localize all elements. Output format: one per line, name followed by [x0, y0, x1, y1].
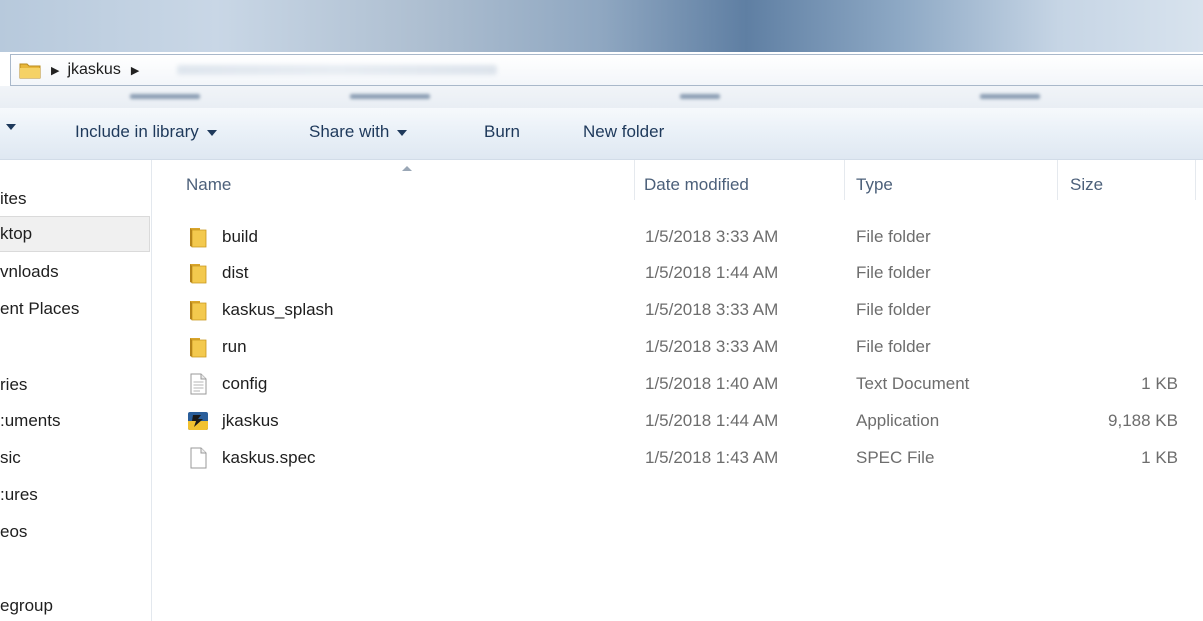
folder-icon — [190, 264, 207, 284]
column-header-name[interactable]: Name — [186, 175, 231, 195]
folder-icon — [190, 338, 207, 358]
column-header-type[interactable]: Type — [856, 175, 893, 195]
file-row-kaskus-spec[interactable]: kaskus.spec 1/5/2018 1:43 AM SPEC File 1… — [182, 441, 1203, 477]
blurred-region — [980, 94, 1040, 99]
navigation-pane: ites ktop vnloads ent Places ries :ument… — [0, 160, 152, 621]
text-document-icon — [190, 373, 207, 395]
breadcrumb-segment[interactable]: jkaskus — [67, 61, 120, 79]
breadcrumb-arrow-icon[interactable]: ▶ — [131, 64, 139, 77]
file-size: 9,188 KB — [1108, 411, 1178, 430]
blurred-region — [177, 65, 498, 75]
column-divider[interactable] — [1195, 160, 1196, 200]
column-divider[interactable] — [844, 160, 845, 200]
nav-item-recent-places[interactable]: ent Places — [0, 292, 150, 326]
file-date: 1/5/2018 1:44 AM — [645, 263, 779, 282]
share-with-label: Share with — [309, 122, 390, 141]
file-date: 1/5/2018 1:40 AM — [645, 374, 779, 393]
file-date: 1/5/2018 3:33 AM — [645, 227, 779, 246]
file-date: 1/5/2018 1:43 AM — [645, 448, 779, 467]
file-type: Text Document — [856, 374, 970, 393]
menu-strip — [0, 86, 1203, 108]
file-type: File folder — [856, 300, 931, 319]
chevron-down-icon — [206, 130, 217, 136]
organize-dropdown[interactable] — [6, 122, 16, 130]
file-date: 1/5/2018 3:33 AM — [645, 337, 779, 356]
file-icon — [190, 447, 207, 469]
file-size: 1 KB — [1141, 448, 1178, 467]
blurred-region — [350, 94, 430, 99]
nav-item-documents[interactable]: :uments — [0, 404, 150, 438]
file-name: run — [222, 337, 247, 356]
file-row-config[interactable]: config 1/5/2018 1:40 AM Text Document 1 … — [182, 367, 1203, 403]
file-row-dist[interactable]: dist 1/5/2018 1:44 AM File folder — [182, 256, 1203, 292]
sort-ascending-icon — [402, 166, 412, 171]
chevron-down-icon — [397, 130, 408, 136]
title-bar[interactable] — [0, 0, 1203, 52]
column-header-size[interactable]: Size — [1070, 175, 1103, 195]
file-name: kaskus.spec — [222, 448, 316, 467]
file-name: dist — [222, 263, 249, 282]
share-with-button[interactable]: Share with — [309, 122, 408, 142]
command-bar: Include in library Share with Burn New f… — [0, 108, 1203, 160]
folder-icon — [190, 301, 207, 321]
file-list: Name Date modified Type Size build 1/5/2… — [152, 160, 1203, 621]
blurred-region — [680, 94, 720, 99]
folder-icon — [19, 63, 41, 79]
file-date: 1/5/2018 3:33 AM — [645, 300, 779, 319]
file-row-kaskus-splash[interactable]: kaskus_splash 1/5/2018 3:33 AM File fold… — [182, 293, 1203, 329]
nav-item-desktop[interactable]: ktop — [0, 216, 150, 252]
chevron-down-icon — [6, 124, 16, 130]
file-type: File folder — [856, 227, 931, 246]
blurred-region — [130, 94, 200, 99]
nav-item-music[interactable]: sic — [0, 441, 150, 475]
folder-icon — [190, 228, 207, 248]
column-divider[interactable] — [1057, 160, 1058, 200]
file-type: SPEC File — [856, 448, 935, 467]
nav-item-pictures[interactable]: :ures — [0, 478, 150, 512]
column-divider[interactable] — [634, 160, 635, 200]
file-row-jkaskus[interactable]: jkaskus 1/5/2018 1:44 AM Application 9,1… — [182, 404, 1203, 440]
explorer-window: ▶ jkaskus ▶ Include in library Share wit… — [0, 0, 1203, 621]
include-in-library-label: Include in library — [75, 122, 199, 141]
nav-item-downloads[interactable]: vnloads — [0, 255, 150, 289]
file-name: config — [222, 374, 268, 393]
file-date: 1/5/2018 1:44 AM — [645, 411, 779, 430]
file-row-run[interactable]: run 1/5/2018 3:33 AM File folder — [182, 330, 1203, 366]
nav-item-favorites[interactable]: ites — [0, 182, 150, 216]
new-folder-button[interactable]: New folder — [583, 122, 664, 142]
application-icon — [188, 412, 208, 430]
nav-item-homegroup[interactable]: egroup — [0, 589, 150, 621]
file-size: 1 KB — [1141, 374, 1178, 393]
include-in-library-button[interactable]: Include in library — [75, 122, 217, 142]
address-bar[interactable]: ▶ jkaskus ▶ — [10, 54, 1203, 86]
breadcrumb-arrow-icon[interactable]: ▶ — [51, 64, 59, 77]
file-name: build — [222, 227, 258, 246]
nav-item-libraries[interactable]: ries — [0, 368, 150, 402]
nav-item-videos[interactable]: eos — [0, 515, 150, 549]
file-name: kaskus_splash — [222, 300, 334, 319]
file-type: File folder — [856, 263, 931, 282]
file-name: jkaskus — [222, 411, 279, 430]
file-row-build[interactable]: build 1/5/2018 3:33 AM File folder — [182, 220, 1203, 256]
file-type: File folder — [856, 337, 931, 356]
file-type: Application — [856, 411, 940, 430]
burn-button[interactable]: Burn — [484, 122, 520, 142]
column-header-date-modified[interactable]: Date modified — [644, 175, 749, 195]
